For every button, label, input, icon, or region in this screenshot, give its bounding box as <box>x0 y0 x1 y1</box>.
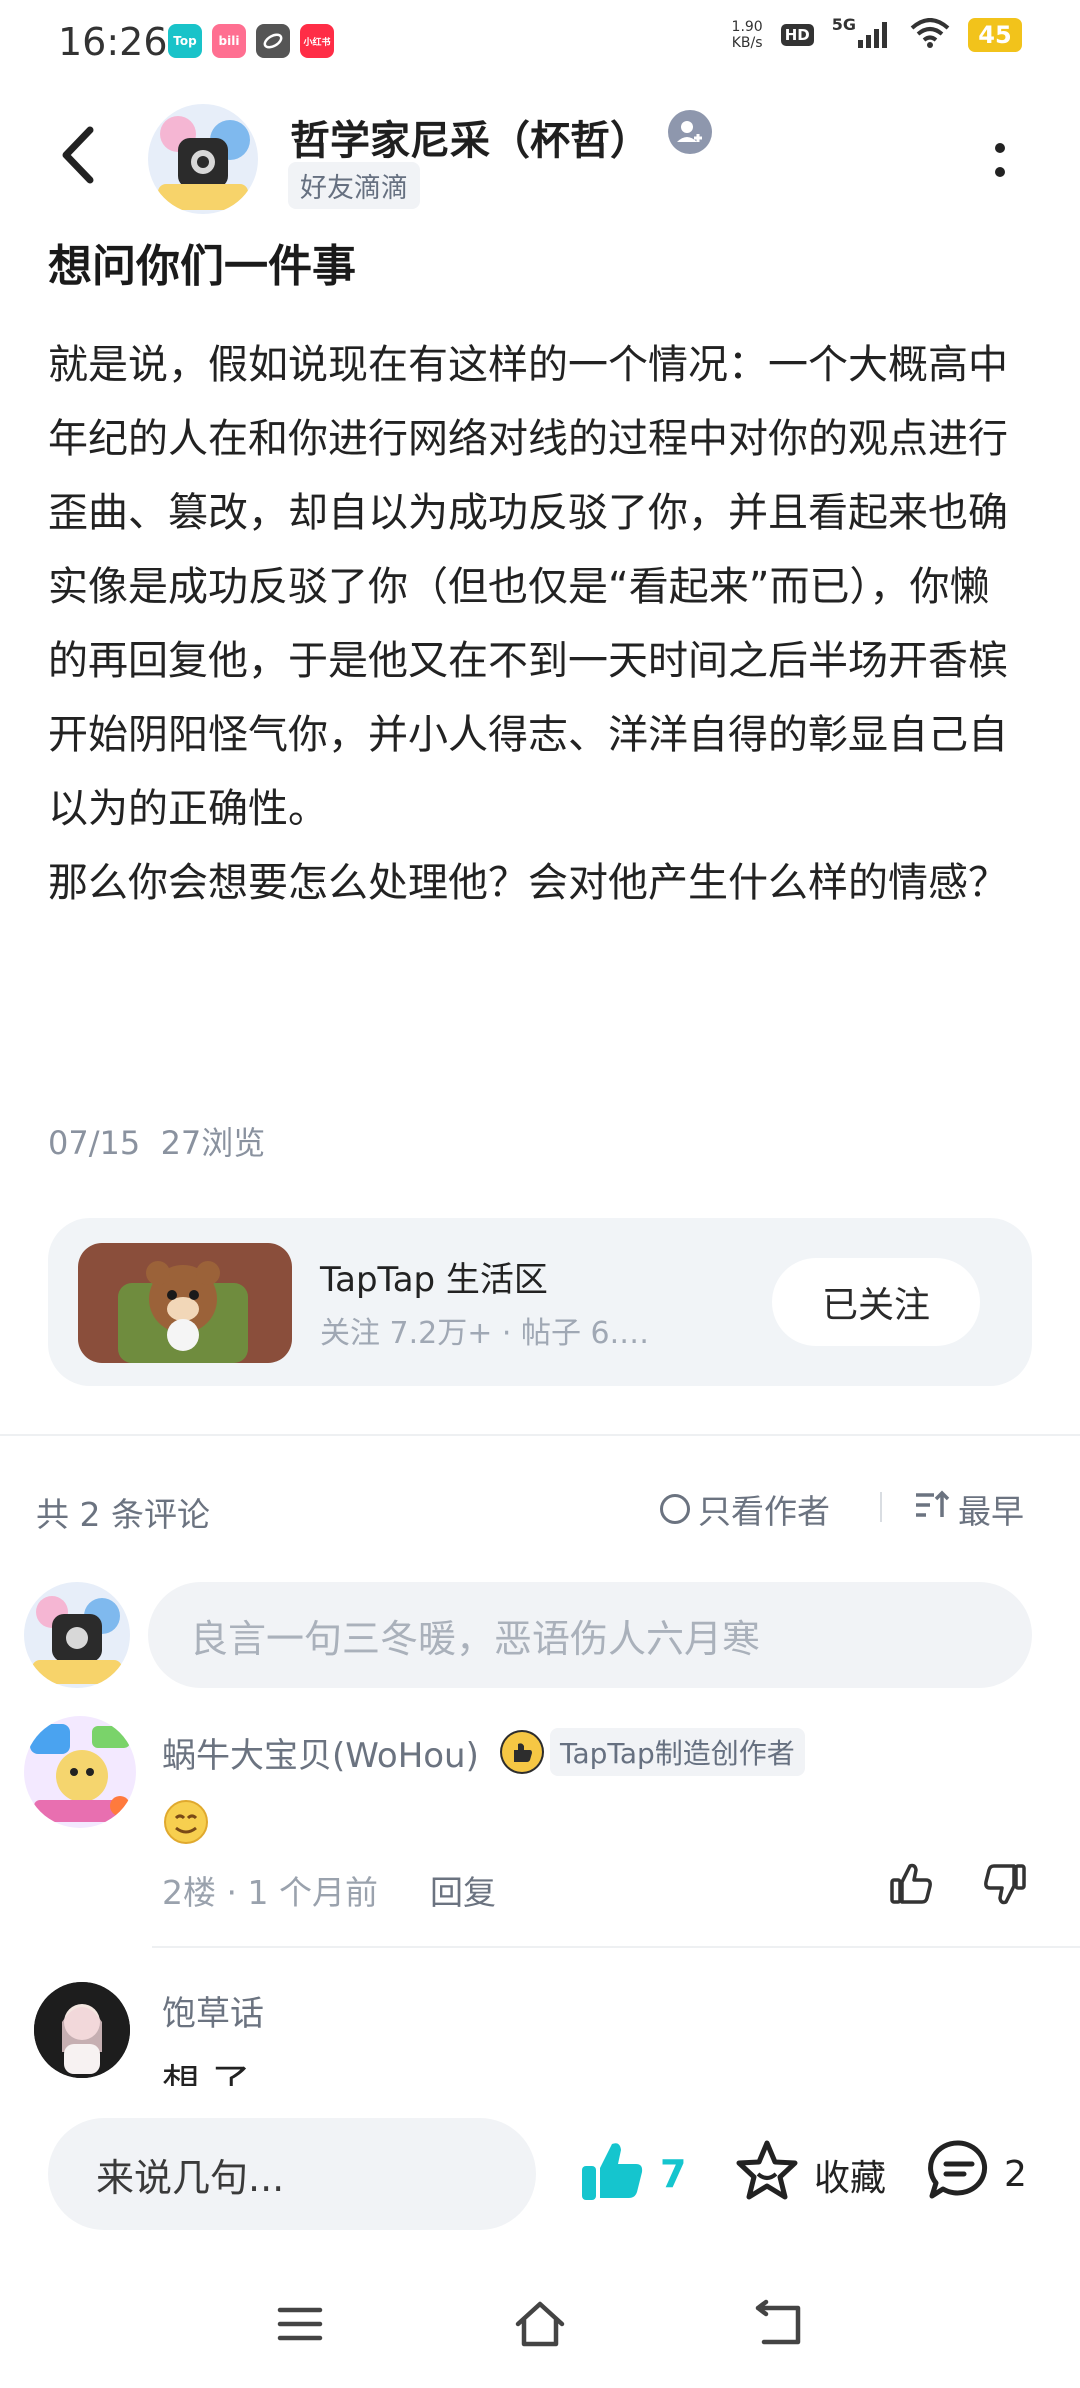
home-icon[interactable] <box>512 2296 568 2352</box>
sync-app-icon <box>256 24 290 58</box>
status-time: 16:26 <box>58 20 168 64</box>
hd-icon: HD <box>780 24 814 46</box>
say-something-input[interactable]: 来说几句... <box>48 2118 536 2230</box>
sort-label[interactable]: 最早 <box>958 1485 1024 1533</box>
commenter-name[interactable]: 饱草话 <box>162 1986 264 2035</box>
vote-up-button[interactable]: 7 <box>578 2138 686 2210</box>
post-date: 07/15 <box>48 1124 141 1162</box>
creator-badge: TapTap制造创作者 <box>550 1728 805 1776</box>
comments-button[interactable]: 2 <box>926 2138 1027 2211</box>
creator-badge-icon <box>500 1730 544 1774</box>
smile-emoji-icon <box>162 1798 210 1846</box>
favorite-button[interactable]: 收藏 <box>734 2138 886 2211</box>
forum-thumbnail[interactable] <box>78 1243 292 1363</box>
radio-icon[interactable] <box>660 1494 690 1524</box>
comment-bubble-icon[interactable] <box>926 2138 992 2211</box>
sort-button[interactable]: 最早 <box>914 1485 1024 1533</box>
post-meta: 07/15 27浏览 <box>48 1118 265 1164</box>
separator <box>880 1492 882 1522</box>
post-views: 27浏览 <box>160 1124 266 1162</box>
commenter-avatar[interactable] <box>24 1716 136 1828</box>
followed-button[interactable]: 已关注 <box>772 1258 980 1346</box>
thumbs-down-icon[interactable] <box>978 1858 1030 1910</box>
wifi-icon <box>910 18 950 52</box>
post-paragraph: 就是说，假如说现在有这样的一个情况：一个大概高中年纪的人在和你进行网络对线的过程… <box>48 342 1008 832</box>
xiaohongshu-app-icon: 小红书 <box>300 24 334 58</box>
taptap-app-icon: Top <box>168 24 202 58</box>
author-name[interactable]: 哲学家尼采（杯哲） <box>290 108 650 166</box>
status-indicators: 1.90 KB/s HD 5G 45 <box>731 15 1022 52</box>
comment-count-bottom: 2 <box>1004 2154 1027 2195</box>
thumbs-up-icon[interactable] <box>886 1858 938 1910</box>
menu-icon[interactable] <box>276 2300 324 2348</box>
only-author-label[interactable]: 只看作者 <box>698 1485 830 1533</box>
sort-icon[interactable] <box>914 1489 950 1529</box>
post-paragraph: 那么你会想要怎么处理他？会对他产生什么样的情感？ <box>48 860 1008 906</box>
star-icon[interactable] <box>734 2138 800 2211</box>
commenter-avatar[interactable] <box>34 1982 130 2078</box>
bilibili-app-icon: bili <box>212 24 246 58</box>
comment-input[interactable]: 良言一句三冬暖，恶语伤人六月寒 <box>148 1582 1032 1688</box>
comment-divider <box>152 1946 1080 1948</box>
comment-floor-time: 2楼 · 1 个月前 <box>162 1873 378 1912</box>
battery-icon: 45 <box>968 18 1022 52</box>
author-avatar[interactable] <box>148 104 258 214</box>
signal-icon: 5G <box>832 15 892 48</box>
author-tag: 好友滴滴 <box>288 162 420 209</box>
net-speed: 1.90 KB/s <box>731 19 763 51</box>
commenter-name[interactable]: 蜗牛大宝贝(WoHou) <box>162 1728 479 1777</box>
comment-count: 共 2 条评论 <box>36 1495 210 1534</box>
favorite-label[interactable]: 收藏 <box>814 2149 886 2201</box>
reply-button[interactable]: 回复 <box>430 1866 496 1914</box>
divider <box>0 1434 1080 1436</box>
nav-back-icon[interactable] <box>754 2298 806 2350</box>
vote-count: 7 <box>660 2152 687 2196</box>
only-author-toggle[interactable]: 只看作者 <box>660 1485 830 1533</box>
forum-name[interactable]: TapTap 生活区 <box>320 1252 548 1301</box>
add-friend-icon[interactable] <box>668 110 712 154</box>
forum-stats: 关注 7.2万+ · 帖子 6.… <box>320 1316 650 1351</box>
post-body: 就是说，假如说现在有这样的一个情况：一个大概高中年纪的人在和你进行网络对线的过程… <box>48 328 1008 920</box>
post-title: 想问你们一件事 <box>48 241 356 292</box>
my-avatar <box>24 1582 130 1688</box>
more-options-icon[interactable] <box>980 130 1020 190</box>
thumbs-up-filled-icon[interactable] <box>578 2138 650 2210</box>
back-icon[interactable] <box>50 120 110 190</box>
